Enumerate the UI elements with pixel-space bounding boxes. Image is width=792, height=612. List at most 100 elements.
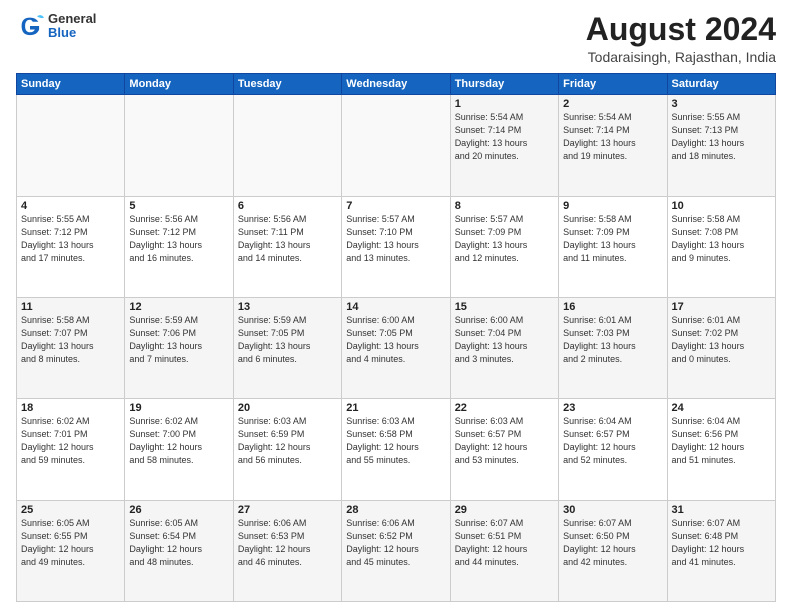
day-header-wednesday: Wednesday [342, 74, 450, 95]
day-number: 19 [129, 402, 228, 414]
day-info: Sunrise: 6:00 AM Sunset: 7:05 PM Dayligh… [346, 314, 445, 366]
day-number: 23 [563, 402, 662, 414]
day-number: 13 [238, 301, 337, 313]
day-info: Sunrise: 5:54 AM Sunset: 7:14 PM Dayligh… [563, 111, 662, 163]
calendar-cell: 28Sunrise: 6:06 AM Sunset: 6:52 PM Dayli… [342, 500, 450, 601]
day-info: Sunrise: 6:07 AM Sunset: 6:48 PM Dayligh… [672, 517, 771, 569]
day-info: Sunrise: 6:04 AM Sunset: 6:56 PM Dayligh… [672, 415, 771, 467]
day-info: Sunrise: 6:00 AM Sunset: 7:04 PM Dayligh… [455, 314, 554, 366]
day-number: 29 [455, 504, 554, 516]
calendar-cell: 24Sunrise: 6:04 AM Sunset: 6:56 PM Dayli… [667, 399, 775, 500]
logo-icon [16, 12, 44, 40]
calendar-cell: 27Sunrise: 6:06 AM Sunset: 6:53 PM Dayli… [233, 500, 341, 601]
calendar-cell: 14Sunrise: 6:00 AM Sunset: 7:05 PM Dayli… [342, 297, 450, 398]
day-number: 27 [238, 504, 337, 516]
day-info: Sunrise: 5:57 AM Sunset: 7:09 PM Dayligh… [455, 213, 554, 265]
calendar-cell: 12Sunrise: 5:59 AM Sunset: 7:06 PM Dayli… [125, 297, 233, 398]
calendar-cell: 22Sunrise: 6:03 AM Sunset: 6:57 PM Dayli… [450, 399, 558, 500]
day-number: 20 [238, 402, 337, 414]
day-header-friday: Friday [559, 74, 667, 95]
day-header-monday: Monday [125, 74, 233, 95]
calendar-cell [233, 95, 341, 196]
day-number: 17 [672, 301, 771, 313]
calendar-cell: 13Sunrise: 5:59 AM Sunset: 7:05 PM Dayli… [233, 297, 341, 398]
calendar-cell: 3Sunrise: 5:55 AM Sunset: 7:13 PM Daylig… [667, 95, 775, 196]
calendar-cell: 9Sunrise: 5:58 AM Sunset: 7:09 PM Daylig… [559, 196, 667, 297]
day-info: Sunrise: 6:07 AM Sunset: 6:50 PM Dayligh… [563, 517, 662, 569]
day-info: Sunrise: 6:05 AM Sunset: 6:55 PM Dayligh… [21, 517, 120, 569]
calendar-cell: 11Sunrise: 5:58 AM Sunset: 7:07 PM Dayli… [17, 297, 125, 398]
day-number: 16 [563, 301, 662, 313]
day-number: 7 [346, 200, 445, 212]
day-number: 4 [21, 200, 120, 212]
day-number: 3 [672, 98, 771, 110]
day-info: Sunrise: 6:01 AM Sunset: 7:03 PM Dayligh… [563, 314, 662, 366]
day-number: 12 [129, 301, 228, 313]
day-info: Sunrise: 6:06 AM Sunset: 6:53 PM Dayligh… [238, 517, 337, 569]
calendar-cell: 20Sunrise: 6:03 AM Sunset: 6:59 PM Dayli… [233, 399, 341, 500]
day-info: Sunrise: 6:03 AM Sunset: 6:59 PM Dayligh… [238, 415, 337, 467]
day-info: Sunrise: 5:55 AM Sunset: 7:12 PM Dayligh… [21, 213, 120, 265]
page: General Blue August 2024 Todaraisingh, R… [0, 0, 792, 612]
day-number: 2 [563, 98, 662, 110]
day-number: 22 [455, 402, 554, 414]
day-number: 30 [563, 504, 662, 516]
logo-blue-text: Blue [48, 26, 96, 40]
day-number: 6 [238, 200, 337, 212]
calendar-cell: 8Sunrise: 5:57 AM Sunset: 7:09 PM Daylig… [450, 196, 558, 297]
day-info: Sunrise: 6:05 AM Sunset: 6:54 PM Dayligh… [129, 517, 228, 569]
day-number: 10 [672, 200, 771, 212]
calendar-cell: 17Sunrise: 6:01 AM Sunset: 7:02 PM Dayli… [667, 297, 775, 398]
calendar-cell [342, 95, 450, 196]
logo-text: General Blue [48, 12, 96, 41]
day-header-thursday: Thursday [450, 74, 558, 95]
day-number: 1 [455, 98, 554, 110]
title-block: August 2024 Todaraisingh, Rajasthan, Ind… [586, 12, 776, 65]
calendar-subtitle: Todaraisingh, Rajasthan, India [586, 49, 776, 65]
day-info: Sunrise: 6:02 AM Sunset: 7:01 PM Dayligh… [21, 415, 120, 467]
day-number: 28 [346, 504, 445, 516]
day-info: Sunrise: 5:58 AM Sunset: 7:07 PM Dayligh… [21, 314, 120, 366]
calendar-cell: 16Sunrise: 6:01 AM Sunset: 7:03 PM Dayli… [559, 297, 667, 398]
calendar-cell: 29Sunrise: 6:07 AM Sunset: 6:51 PM Dayli… [450, 500, 558, 601]
day-header-saturday: Saturday [667, 74, 775, 95]
calendar-cell: 7Sunrise: 5:57 AM Sunset: 7:10 PM Daylig… [342, 196, 450, 297]
day-number: 31 [672, 504, 771, 516]
day-header-sunday: Sunday [17, 74, 125, 95]
calendar-cell: 4Sunrise: 5:55 AM Sunset: 7:12 PM Daylig… [17, 196, 125, 297]
calendar-table: SundayMondayTuesdayWednesdayThursdayFrid… [16, 73, 776, 602]
calendar-cell: 2Sunrise: 5:54 AM Sunset: 7:14 PM Daylig… [559, 95, 667, 196]
day-number: 11 [21, 301, 120, 313]
day-info: Sunrise: 5:58 AM Sunset: 7:09 PM Dayligh… [563, 213, 662, 265]
calendar-cell: 10Sunrise: 5:58 AM Sunset: 7:08 PM Dayli… [667, 196, 775, 297]
calendar-cell [17, 95, 125, 196]
day-number: 18 [21, 402, 120, 414]
day-info: Sunrise: 5:54 AM Sunset: 7:14 PM Dayligh… [455, 111, 554, 163]
calendar-cell: 21Sunrise: 6:03 AM Sunset: 6:58 PM Dayli… [342, 399, 450, 500]
calendar-cell: 30Sunrise: 6:07 AM Sunset: 6:50 PM Dayli… [559, 500, 667, 601]
day-info: Sunrise: 6:01 AM Sunset: 7:02 PM Dayligh… [672, 314, 771, 366]
calendar-title: August 2024 [586, 12, 776, 47]
day-info: Sunrise: 6:03 AM Sunset: 6:57 PM Dayligh… [455, 415, 554, 467]
day-number: 15 [455, 301, 554, 313]
calendar-cell: 5Sunrise: 5:56 AM Sunset: 7:12 PM Daylig… [125, 196, 233, 297]
day-info: Sunrise: 5:56 AM Sunset: 7:11 PM Dayligh… [238, 213, 337, 265]
calendar-cell: 19Sunrise: 6:02 AM Sunset: 7:00 PM Dayli… [125, 399, 233, 500]
calendar-header-row: SundayMondayTuesdayWednesdayThursdayFrid… [17, 74, 776, 95]
day-number: 26 [129, 504, 228, 516]
day-info: Sunrise: 5:55 AM Sunset: 7:13 PM Dayligh… [672, 111, 771, 163]
day-info: Sunrise: 6:06 AM Sunset: 6:52 PM Dayligh… [346, 517, 445, 569]
calendar-cell: 18Sunrise: 6:02 AM Sunset: 7:01 PM Dayli… [17, 399, 125, 500]
logo: General Blue [16, 12, 96, 41]
calendar-week-5: 25Sunrise: 6:05 AM Sunset: 6:55 PM Dayli… [17, 500, 776, 601]
day-info: Sunrise: 5:56 AM Sunset: 7:12 PM Dayligh… [129, 213, 228, 265]
calendar-cell: 6Sunrise: 5:56 AM Sunset: 7:11 PM Daylig… [233, 196, 341, 297]
calendar-cell: 26Sunrise: 6:05 AM Sunset: 6:54 PM Dayli… [125, 500, 233, 601]
day-info: Sunrise: 5:59 AM Sunset: 7:06 PM Dayligh… [129, 314, 228, 366]
calendar-week-2: 4Sunrise: 5:55 AM Sunset: 7:12 PM Daylig… [17, 196, 776, 297]
day-number: 14 [346, 301, 445, 313]
calendar-week-1: 1Sunrise: 5:54 AM Sunset: 7:14 PM Daylig… [17, 95, 776, 196]
calendar-cell: 15Sunrise: 6:00 AM Sunset: 7:04 PM Dayli… [450, 297, 558, 398]
day-number: 21 [346, 402, 445, 414]
day-info: Sunrise: 5:57 AM Sunset: 7:10 PM Dayligh… [346, 213, 445, 265]
